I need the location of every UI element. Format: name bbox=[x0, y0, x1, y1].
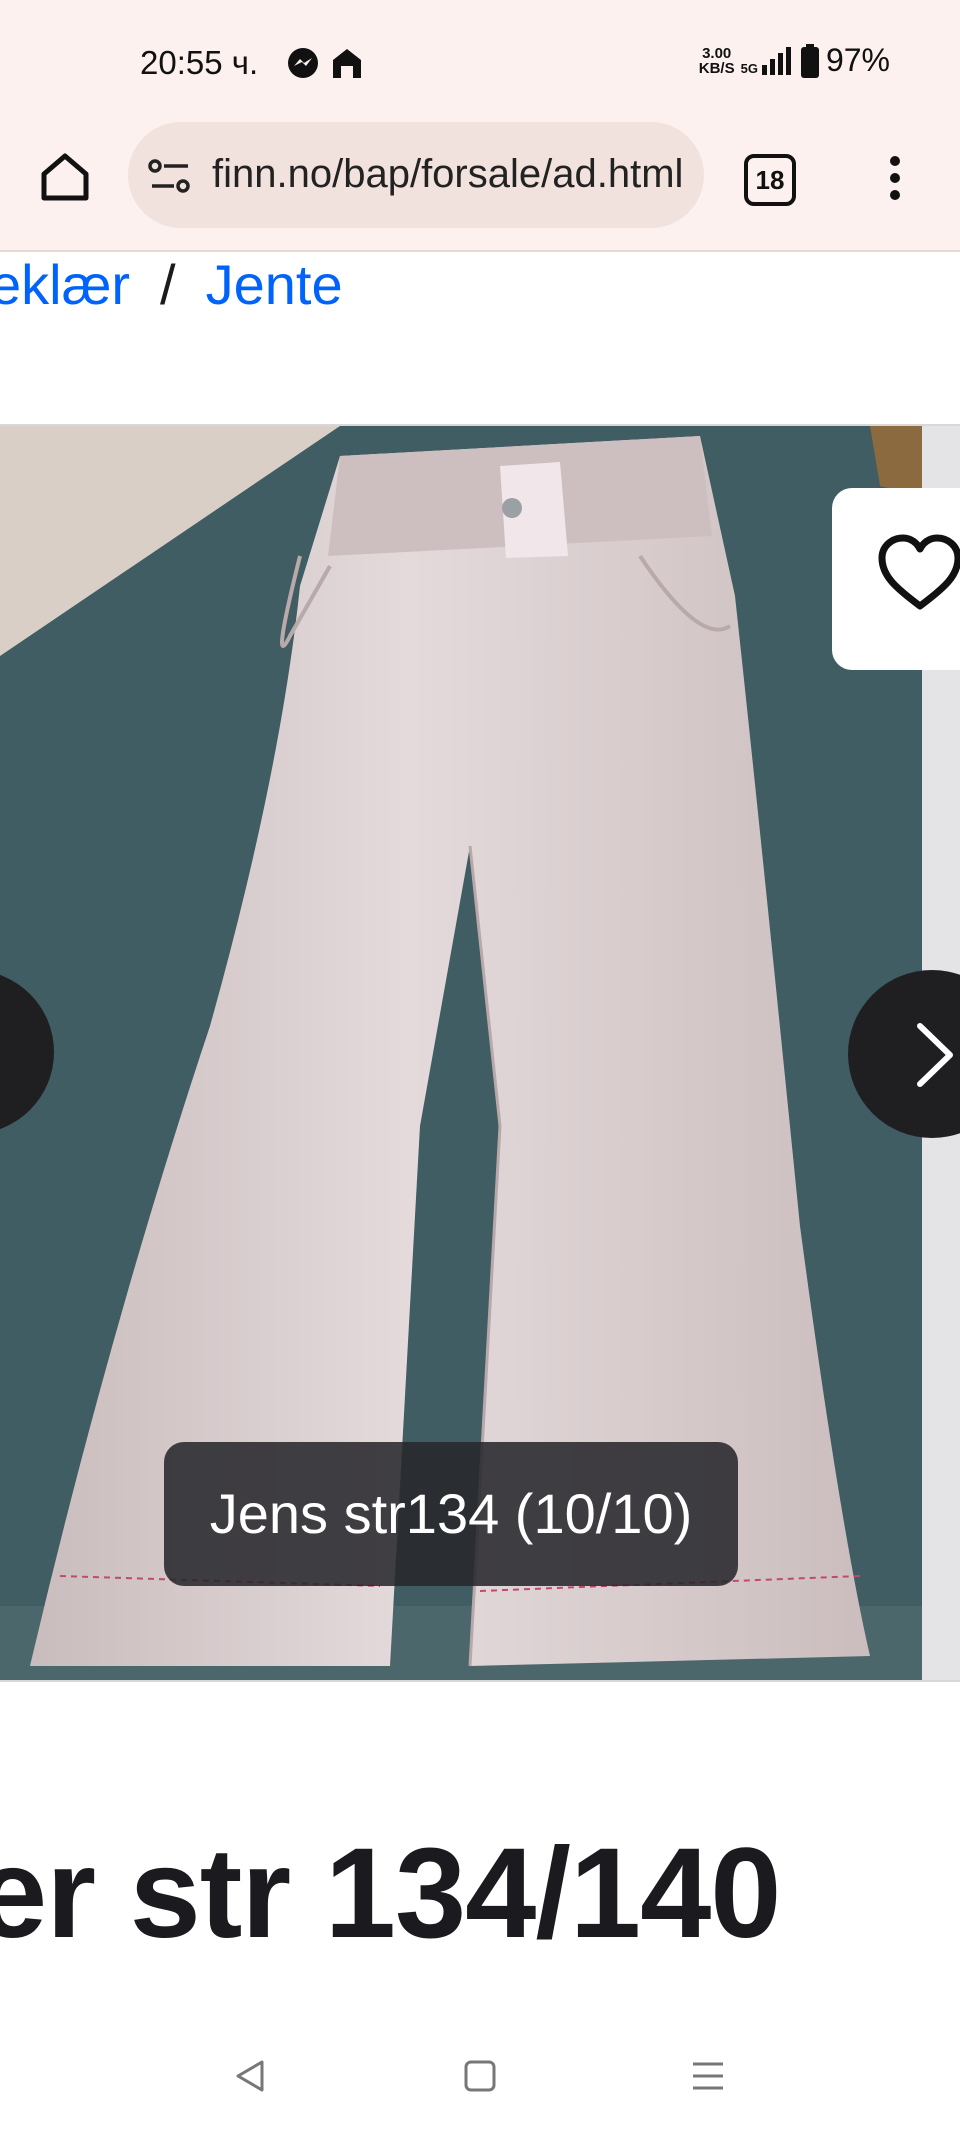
signal-icon bbox=[761, 46, 791, 75]
more-menu-icon[interactable] bbox=[880, 152, 910, 206]
breadcrumb-separator: / bbox=[160, 253, 176, 316]
status-time: 20:55 ч. bbox=[140, 44, 259, 81]
heart-icon bbox=[878, 534, 960, 610]
breadcrumb-item-category[interactable]: eklær bbox=[0, 253, 130, 316]
tab-switcher-button[interactable]: 18 bbox=[744, 154, 796, 206]
home-app-icon bbox=[333, 49, 361, 78]
image-caption: Jens str134 (10/10) bbox=[164, 1442, 738, 1586]
image-gallery[interactable]: Jens str134 (10/10) bbox=[0, 426, 960, 1680]
signal-indicator: 5G bbox=[741, 46, 794, 75]
recents-menu-icon[interactable] bbox=[690, 2058, 726, 2094]
favorite-button[interactable] bbox=[832, 488, 960, 670]
divider bbox=[0, 1680, 960, 1682]
messenger-icon bbox=[288, 48, 318, 78]
battery-icon bbox=[800, 43, 819, 78]
address-bar[interactable]: finn.no/bap/forsale/ad.html bbox=[128, 122, 704, 228]
breadcrumb-item-jente[interactable]: Jente bbox=[206, 253, 343, 316]
listing-title: er str 134/140 bbox=[0, 1822, 781, 1965]
battery-level: 97% bbox=[825, 42, 890, 78]
system-navigation-bar bbox=[0, 2020, 960, 2133]
status-indicators: 3.00 KB/S 5G 97% bbox=[699, 42, 890, 79]
home-nav-icon[interactable] bbox=[462, 2058, 498, 2094]
chevron-right-icon bbox=[917, 1023, 953, 1087]
home-icon[interactable] bbox=[36, 148, 94, 206]
back-icon[interactable] bbox=[232, 2058, 268, 2094]
browser-toolbar: finn.no/bap/forsale/ad.html 18 bbox=[0, 118, 960, 252]
url-text[interactable]: finn.no/bap/forsale/ad.html bbox=[212, 152, 692, 197]
status-bar: 20:55 ч. 3.00 KB/S 5G 97% bbox=[0, 0, 960, 118]
breadcrumb: eklær / Jente bbox=[0, 252, 343, 332]
network-speed: 3.00 KB/S bbox=[698, 44, 735, 77]
site-settings-icon[interactable] bbox=[148, 158, 192, 194]
